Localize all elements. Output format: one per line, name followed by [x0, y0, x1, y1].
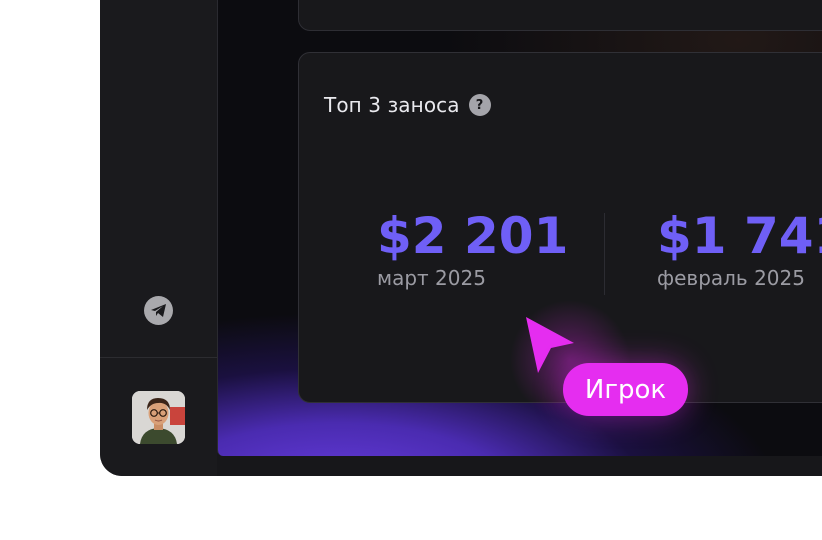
pointer-cursor-icon	[526, 317, 576, 373]
card-title-text: Топ 3 заноса	[324, 93, 460, 117]
question-icon[interactable]: ?	[468, 94, 491, 116]
stat-item: $2 201 март 2025	[377, 208, 568, 290]
stat-item: $1 741 февраль 2025	[657, 208, 822, 290]
stat-date: февраль 2025	[657, 266, 805, 290]
sidebar	[100, 0, 217, 476]
sidebar-divider	[100, 357, 217, 358]
avatar[interactable]	[132, 391, 185, 444]
stat-value: $1 741	[657, 207, 822, 265]
stat-divider	[604, 213, 605, 295]
previous-card	[298, 0, 822, 31]
telegram-icon[interactable]	[144, 296, 173, 325]
card-title: Топ 3 заноса ?	[324, 93, 491, 117]
stat-date: март 2025	[377, 266, 486, 290]
stat-value: $2 201	[377, 207, 569, 265]
cursor-label: Игрок	[563, 363, 688, 416]
app-window: Топ 3 заноса ? $2 201 март 2025 $1 741 ф…	[100, 0, 822, 476]
